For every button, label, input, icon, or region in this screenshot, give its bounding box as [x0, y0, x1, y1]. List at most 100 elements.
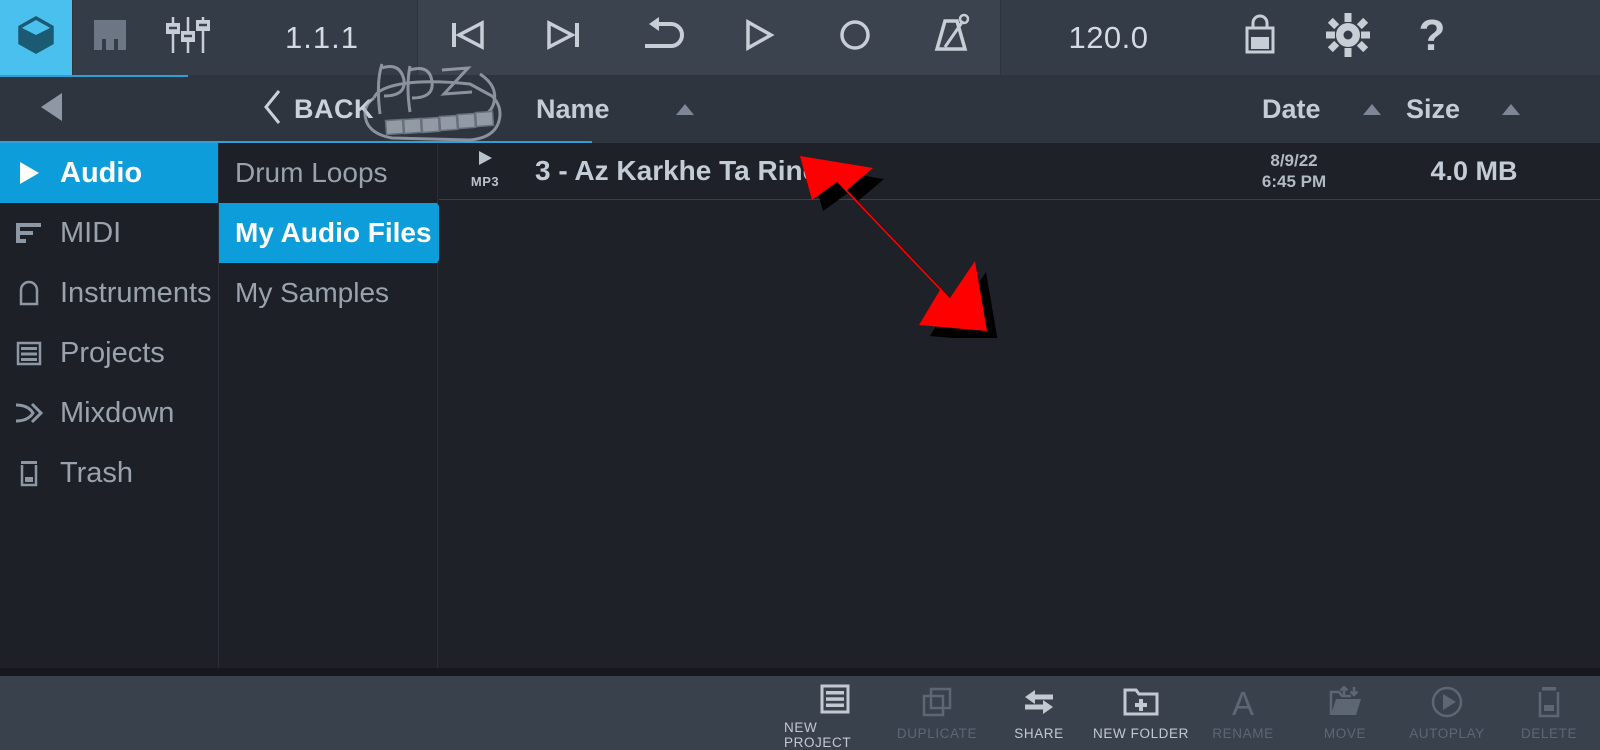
sidebar-item-midi[interactable]: MIDI [0, 203, 218, 263]
record-button[interactable] [806, 0, 903, 75]
folder-item-label: Drum Loops [235, 157, 388, 188]
file-type-badge: MP3 [463, 149, 507, 189]
duplicate-button[interactable]: DUPLICATE [886, 676, 988, 750]
column-header-size[interactable]: Size [1406, 75, 1521, 143]
file-date-line2: 6:45 PM [1261, 172, 1327, 191]
metronome-icon [931, 13, 973, 62]
folder-item-label: My Samples [235, 277, 390, 308]
sort-ascending-triangle-icon [675, 103, 694, 115]
help-button[interactable]: ? [1392, 0, 1472, 75]
table-row[interactable]: MP3 3 - Az Karkhe Ta Rine 8/9/22 6:45 PM… [439, 143, 1600, 200]
app-window: 1.1.1 120.0 ? BACK Name Date Size Audio … [0, 0, 1600, 750]
autoplay-button[interactable]: AUTOPLAY [1396, 676, 1498, 750]
letter-a-icon: A [1226, 682, 1260, 722]
button-label: RENAME [1212, 726, 1274, 741]
category-sidebar: Audio MIDI Instruments Projects Mixdown … [0, 143, 218, 668]
loop-icon [637, 14, 685, 61]
metronome-button[interactable] [903, 0, 1000, 75]
sidebar-item-trash[interactable]: Trash [0, 443, 218, 503]
sidebar-item-mixdown[interactable]: Mixdown [0, 383, 218, 443]
folder-item-my-audio-files[interactable]: My Audio Files [219, 203, 457, 263]
button-label: SHARE [1014, 726, 1064, 741]
button-label: NEW PROJECT [784, 720, 852, 750]
trash-can-icon [14, 459, 44, 487]
sidebar-item-instruments[interactable]: Instruments [0, 263, 218, 323]
share-arrows-icon [1021, 682, 1057, 722]
tempo-readout[interactable]: 120.0 [1001, 20, 1216, 56]
record-circle-icon [834, 14, 876, 61]
folder-item-my-samples[interactable]: My Samples [219, 263, 437, 323]
delete-button[interactable]: DELETE [1498, 676, 1600, 750]
file-type-label: MP3 [470, 174, 500, 189]
skip-back-icon [446, 14, 488, 61]
new-folder-button[interactable]: NEW FOLDER [1090, 676, 1192, 750]
button-label: NEW FOLDER [1092, 726, 1189, 741]
sort-ascending-triangle-icon [1362, 103, 1381, 115]
share-button[interactable]: SHARE [988, 676, 1090, 750]
cube-logo-icon [14, 13, 58, 62]
skip-to-end-button[interactable] [515, 0, 612, 75]
file-date-label: 8/9/22 6:45 PM [1229, 150, 1359, 193]
play-circle-icon [1430, 682, 1464, 722]
merge-arrows-icon [14, 399, 44, 427]
action-toolbar: NEW PROJECT DUPLICATE SHARE NEW FOLDER A… [0, 676, 1600, 750]
rename-button[interactable]: A RENAME [1192, 676, 1294, 750]
column-header-row: BACK Name Date Size ✕ [0, 75, 1600, 218]
move-button[interactable]: MOVE [1294, 676, 1396, 750]
shop-button[interactable] [1216, 0, 1304, 75]
keyboard-view-button[interactable] [73, 0, 149, 75]
file-date-line1: 8/9/22 [1270, 150, 1318, 170]
gear-icon [1326, 13, 1370, 62]
mixer-view-button[interactable] [149, 0, 227, 75]
sidebar-item-label: Instruments [60, 276, 212, 309]
play-icon [737, 14, 779, 61]
list-lines-icon [818, 682, 852, 716]
button-label: AUTOPLAY [1409, 726, 1485, 741]
file-list: MP3 3 - Az Karkhe Ta Rine 8/9/22 6:45 PM… [439, 143, 1600, 668]
column-header-size-label: Size [1406, 93, 1461, 124]
folder-move-icon [1327, 682, 1363, 722]
button-label: DELETE [1520, 726, 1578, 741]
settings-button[interactable] [1304, 0, 1392, 75]
column-header-date[interactable]: Date [1262, 75, 1381, 143]
play-triangle-icon [475, 149, 495, 172]
folder-plus-icon [1123, 682, 1159, 722]
column-header-name[interactable]: Name [536, 75, 694, 143]
column-header-name-label: Name [536, 93, 610, 124]
button-label: DUPLICATE [896, 726, 978, 741]
app-logo-button[interactable] [0, 0, 72, 75]
chevron-left-icon [262, 88, 284, 131]
loop-button[interactable] [612, 0, 709, 75]
new-project-button[interactable]: NEW PROJECT [784, 676, 886, 750]
sidebar-item-label: Mixdown [60, 396, 175, 429]
column-header-date-label: Date [1262, 93, 1321, 124]
skip-to-start-button[interactable] [418, 0, 515, 75]
transport-topbar: 1.1.1 120.0 ? [0, 0, 1600, 75]
folder-item-label: My Audio Files [235, 217, 432, 248]
playhead-position-readout[interactable]: 1.1.1 [227, 20, 417, 56]
skip-forward-icon [543, 14, 585, 61]
copy-squares-icon [920, 682, 954, 722]
back-button[interactable]: BACK [262, 75, 374, 143]
question-mark-icon: ? [1414, 11, 1450, 63]
sidebar-item-audio[interactable]: Audio [0, 143, 218, 203]
midi-bars-icon [14, 219, 44, 247]
folder-column: Drum Loops My Audio Files My Samples [218, 143, 457, 668]
play-button[interactable] [709, 0, 806, 75]
sidebar-item-label: Trash [60, 456, 134, 489]
panel-collapse-button[interactable] [18, 75, 88, 143]
transport-button-group [418, 0, 1000, 75]
left-triangle-icon [38, 91, 68, 128]
list-lines-icon [14, 339, 44, 367]
sidebar-item-projects[interactable]: Projects [0, 323, 218, 383]
piano-keys-icon [93, 16, 129, 59]
svg-text:A: A [1232, 685, 1254, 719]
trash-can-icon [1534, 682, 1564, 722]
file-name-label: 3 - Az Karkhe Ta Rine [535, 155, 819, 186]
back-button-label: BACK [294, 93, 374, 124]
sort-ascending-triangle-icon [1502, 103, 1521, 115]
piano-body-icon [14, 279, 44, 307]
play-triangle-icon [14, 159, 44, 187]
folder-item-drum-loops[interactable]: Drum Loops [219, 143, 437, 203]
sidebar-item-label: MIDI [60, 216, 122, 249]
